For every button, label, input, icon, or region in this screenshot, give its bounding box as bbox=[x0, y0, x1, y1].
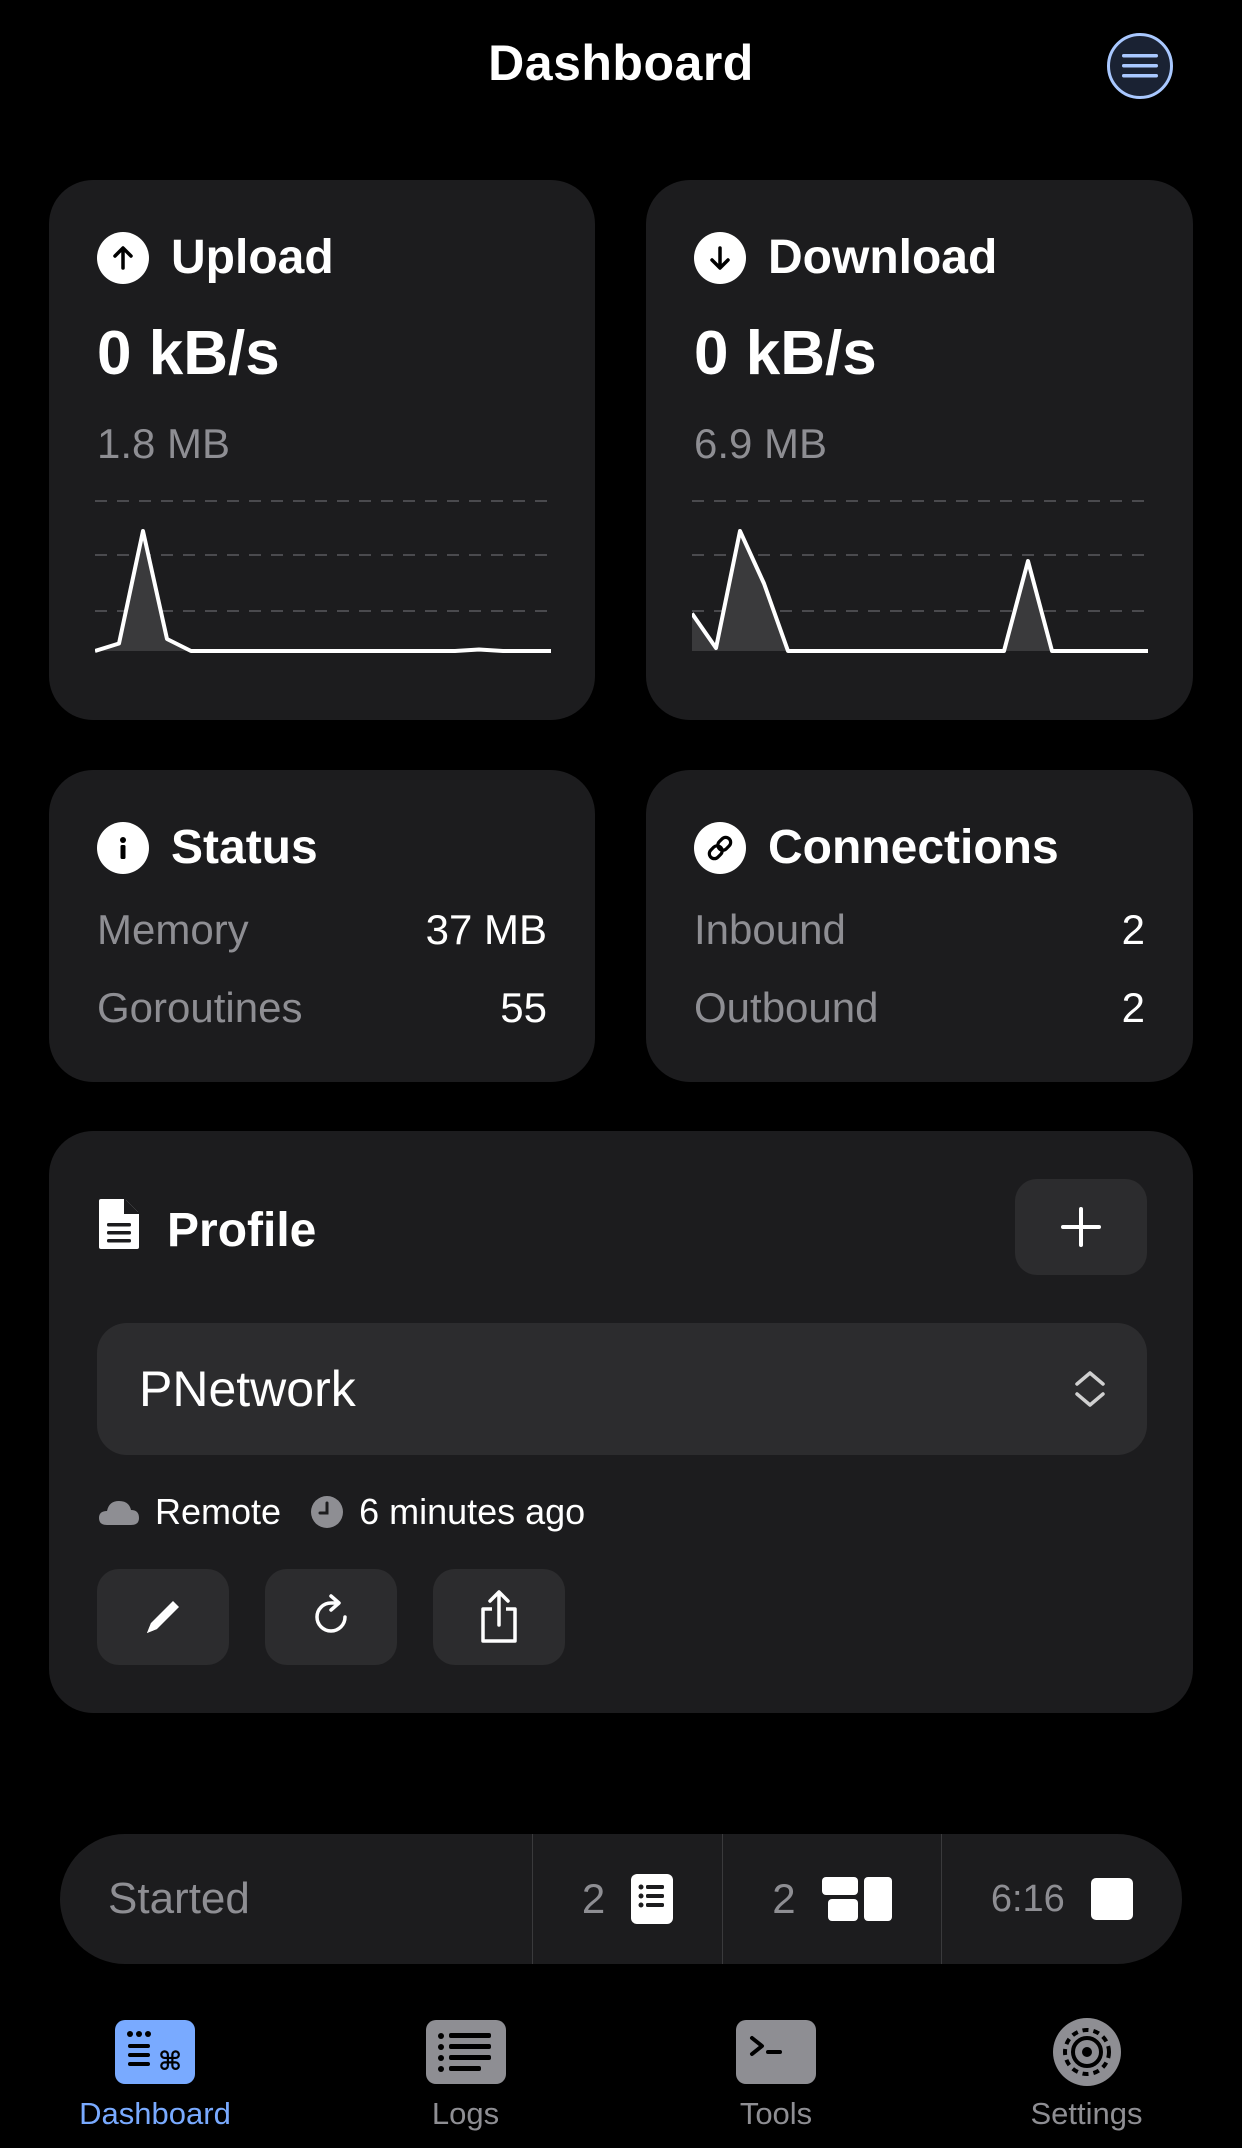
outbound-label: Outbound bbox=[694, 984, 879, 1031]
connections-label: Connections bbox=[768, 821, 1059, 874]
groups-count-segment[interactable]: 2 bbox=[722, 1834, 940, 1964]
link-circle-icon bbox=[694, 821, 746, 874]
graph-area bbox=[95, 531, 551, 651]
clock-icon bbox=[311, 1496, 344, 1528]
upload-label: Upload bbox=[171, 231, 334, 284]
service-state: Started bbox=[108, 1874, 250, 1923]
tab-logs[interactable]: Logs bbox=[310, 2020, 621, 2148]
service-status-bar[interactable]: Started 2 2 6:16 bbox=[60, 1834, 1182, 1964]
memory-label: Memory bbox=[97, 906, 249, 953]
tab-tools-label: Tools bbox=[739, 2096, 813, 2131]
outbound-row: Outbound 2 bbox=[694, 984, 1145, 1032]
download-graph bbox=[692, 500, 1148, 653]
info-circle-icon bbox=[97, 821, 149, 874]
connections-card[interactable]: Connections Inbound 2 Outbound 2 bbox=[646, 770, 1193, 1082]
list-doc-icon bbox=[631, 1874, 674, 1924]
profile-selected: PNetwork bbox=[139, 1361, 356, 1417]
tab-logs-label: Logs bbox=[431, 2096, 500, 2131]
tab-settings[interactable]: Settings bbox=[931, 2018, 1242, 2148]
uptime-segment[interactable]: 6:16 bbox=[940, 1834, 1182, 1964]
tab-settings-label: Settings bbox=[1030, 2096, 1143, 2131]
page-title: Dashboard bbox=[488, 35, 754, 91]
list-circle-icon bbox=[1122, 54, 1158, 78]
refresh-profile-button[interactable] bbox=[265, 1569, 397, 1665]
gear-icon bbox=[1047, 2018, 1127, 2086]
upload-graph bbox=[95, 500, 551, 653]
inbound-value: 2 bbox=[1121, 906, 1145, 953]
share-profile-button[interactable] bbox=[433, 1569, 565, 1665]
edit-profile-button[interactable] bbox=[97, 1569, 229, 1665]
inbound-label: Inbound bbox=[694, 906, 846, 953]
terminal-icon bbox=[736, 2020, 816, 2084]
add-profile-button[interactable] bbox=[1015, 1179, 1147, 1275]
tab-dashboard-label: Dashboard bbox=[79, 2096, 231, 2131]
download-total: 6.9 MB bbox=[694, 420, 828, 467]
tab-tools[interactable]: Tools bbox=[621, 2020, 931, 2148]
memory-row: Memory 37 MB bbox=[97, 906, 547, 954]
document-icon bbox=[97, 1197, 141, 1263]
goroutines-row: Goroutines 55 bbox=[97, 984, 547, 1032]
status-card: Status Memory 37 MB Goroutines 55 bbox=[49, 770, 595, 1082]
cloud-icon bbox=[99, 1501, 139, 1525]
profile-card: Profile PNetwork Remote 6 minutes ago bbox=[49, 1131, 1193, 1713]
profile-select[interactable]: PNetwork bbox=[97, 1323, 1147, 1455]
profile-updated: 6 minutes ago bbox=[359, 1491, 586, 1532]
profile-label: Profile bbox=[167, 1203, 317, 1257]
pencil-icon bbox=[147, 1601, 179, 1633]
download-label: Download bbox=[768, 231, 998, 284]
outbound-value: 2 bbox=[1121, 984, 1145, 1031]
memory-value: 37 MB bbox=[425, 906, 547, 953]
profiles-count-segment[interactable]: 2 bbox=[531, 1834, 722, 1964]
refresh-icon bbox=[315, 1594, 347, 1633]
logs-icon bbox=[425, 2020, 506, 2084]
grid-icon bbox=[821, 1877, 892, 1921]
svg-text:⌘: ⌘ bbox=[158, 2047, 182, 2077]
inbound-row: Inbound 2 bbox=[694, 906, 1145, 954]
tab-dashboard[interactable]: ⌘ Dashboard bbox=[0, 2020, 310, 2148]
uptime-value: 6:16 bbox=[990, 1877, 1065, 1920]
arrow-down-circle-icon bbox=[694, 231, 746, 284]
upload-total: 1.8 MB bbox=[97, 420, 231, 467]
goroutines-value: 55 bbox=[500, 984, 547, 1031]
share-icon bbox=[481, 1590, 517, 1643]
download-card: Download 0 kB/s 6.9 MB bbox=[646, 180, 1193, 720]
count-b-value: 2 bbox=[772, 1875, 796, 1922]
goroutines-label: Goroutines bbox=[97, 984, 303, 1031]
profile-source: Remote bbox=[155, 1491, 282, 1532]
menu-button[interactable] bbox=[1107, 33, 1173, 99]
download-rate: 0 kB/s bbox=[694, 319, 877, 388]
chevron-up-down-icon bbox=[1075, 1371, 1105, 1407]
count-a-value: 2 bbox=[581, 1875, 606, 1922]
arrow-up-circle-icon bbox=[97, 231, 149, 284]
graph-area bbox=[692, 531, 1148, 651]
plus-icon bbox=[1061, 1207, 1101, 1247]
status-label: Status bbox=[171, 821, 318, 874]
stop-icon bbox=[1090, 1878, 1133, 1920]
upload-rate: 0 kB/s bbox=[97, 319, 280, 388]
dashboard-icon: ⌘ bbox=[115, 2020, 195, 2084]
tab-bar: ⌘ Dashboard Logs Tools Settings bbox=[0, 2018, 1242, 2148]
upload-card: Upload 0 kB/s 1.8 MB bbox=[49, 180, 595, 720]
